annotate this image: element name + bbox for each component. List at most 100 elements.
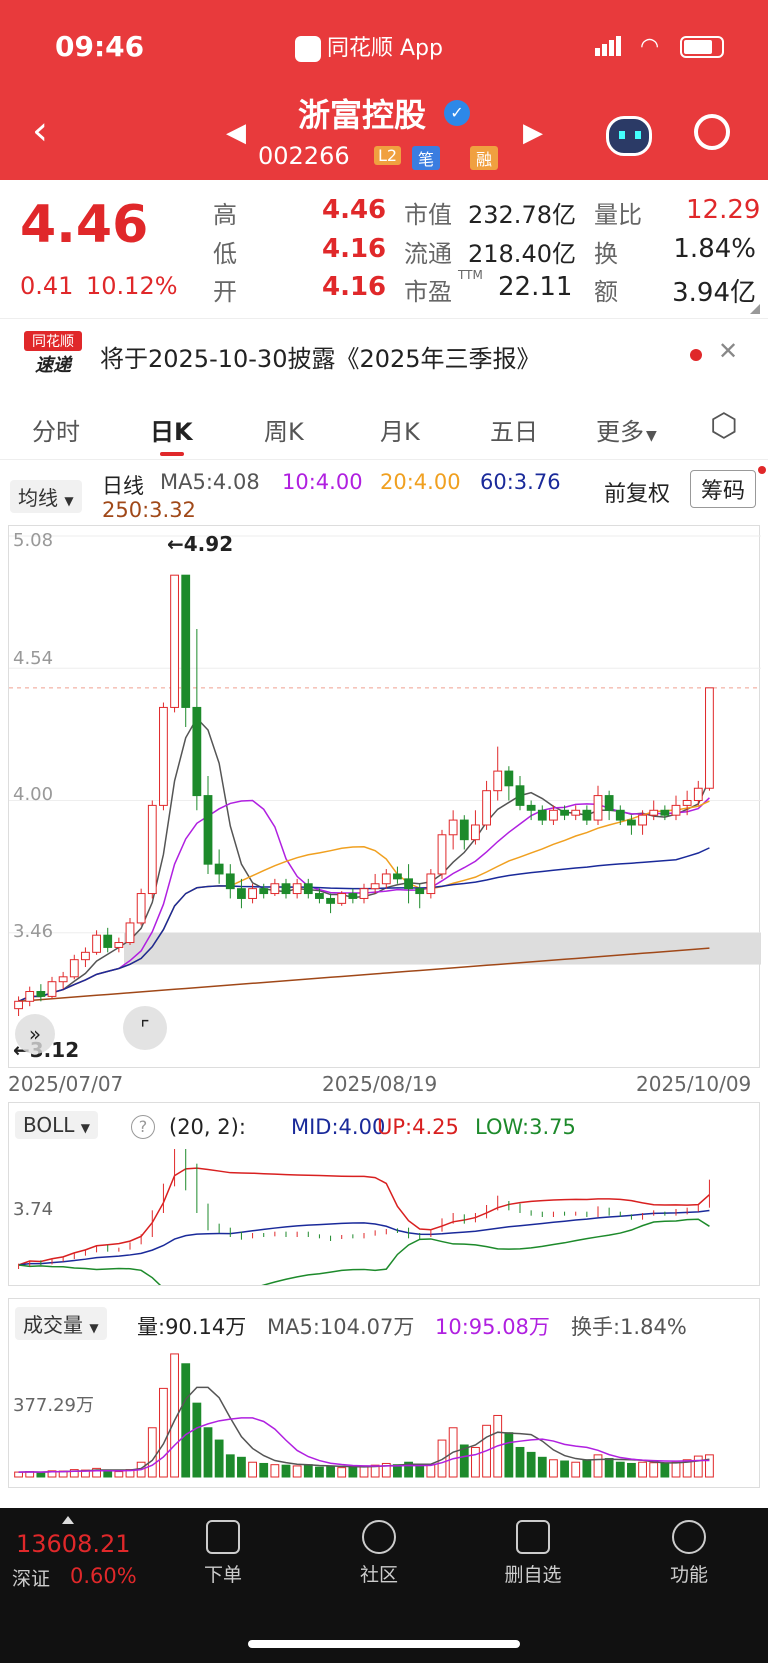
volume-bar (671, 1461, 681, 1478)
volume-bar (660, 1462, 670, 1478)
volume-selector[interactable]: 成交量 ▼ (15, 1307, 107, 1340)
verified-icon: ✓ (444, 100, 470, 126)
news-bar[interactable]: 同花顺 速递 将于2025-10-30披露《2025年三季报》 ✕ (0, 318, 768, 388)
volume-bar (281, 1464, 291, 1478)
kline-chart[interactable]: 5.08 4.54 4.00 3.46 ←4.92 ←3.12 » ⌜ (8, 525, 761, 1068)
signal-icon (595, 36, 621, 60)
volume-bar (203, 1427, 213, 1478)
candle-body (504, 770, 514, 787)
close-icon[interactable]: ✕ (718, 337, 738, 365)
amt-label: 额 (594, 278, 618, 306)
nav-remove-watchlist[interactable]: 删自选 (488, 1520, 578, 1587)
nav-community[interactable]: 社区 (334, 1520, 424, 1587)
ma60-line (18, 847, 710, 1002)
candle-body (526, 804, 536, 811)
candle-body (69, 959, 79, 978)
fullscreen-icon[interactable]: ⌜ (123, 1006, 167, 1050)
candle-body (660, 809, 670, 816)
y-tick-3: 4.00 (13, 784, 54, 805)
candle-body (426, 873, 436, 895)
tab-weekly-k[interactable]: 周K (264, 412, 304, 447)
wifi-icon: ◠ (640, 34, 660, 59)
boll-chart[interactable]: BOLL ▼ ? (20, 2): MID:4.00 UP:4.25 LOW:3… (8, 1102, 760, 1286)
candle-body (281, 883, 291, 895)
index-up-icon (62, 1516, 74, 1524)
boll-up: UP:4.25 (377, 1115, 459, 1139)
pe-ttm: TTM (458, 268, 483, 282)
volume-chart[interactable]: 成交量 ▼ 量:90.14万 MA5:104.07万 10:95.08万 换手:… (8, 1298, 760, 1488)
tab-monthly-k[interactable]: 月K (380, 412, 420, 447)
chips-button[interactable]: 筹码 (690, 470, 757, 508)
stock-name: 浙富控股 (298, 96, 427, 134)
help-icon[interactable]: ? (131, 1115, 155, 1139)
volume-bar (582, 1459, 592, 1478)
volume-bar (693, 1455, 703, 1478)
tab-daily-k[interactable]: 日K (150, 412, 193, 447)
ma10-label: 10:4.00 (282, 470, 363, 494)
candle-body (582, 809, 592, 821)
candle-body (693, 787, 703, 801)
pe-label: 市盈 (404, 278, 452, 306)
candle-body (482, 790, 491, 826)
volume-bar (192, 1402, 202, 1478)
y-tick-1: 5.08 (13, 530, 54, 551)
back-icon[interactable]: ‹ (32, 108, 48, 154)
index-name: 深证 (12, 1568, 51, 1590)
candle-body (170, 574, 179, 708)
volume-bar (159, 1387, 168, 1478)
volume-bar (415, 1465, 425, 1478)
candle-body (615, 809, 625, 821)
candle-body (181, 574, 191, 708)
expand-corner-icon[interactable] (750, 304, 760, 314)
pe-value: 22.11 (498, 272, 573, 302)
volume-bar (515, 1446, 525, 1478)
mcap-label: 市值 (404, 201, 452, 229)
boll-params: (20, 2): (169, 1115, 246, 1139)
y-tick-4: 3.46 (13, 921, 54, 942)
tab-fenshi[interactable]: 分时 (32, 412, 80, 447)
nav-functions[interactable]: 功能 (644, 1520, 734, 1587)
nav-order[interactable]: 下单 (178, 1520, 268, 1587)
candle-body (381, 873, 391, 885)
candle-body (125, 922, 135, 944)
index-value[interactable]: 13608.21 (16, 1530, 131, 1558)
news-text: 将于2025-10-30披露《2025年三季报》 (100, 345, 541, 373)
adjust-button[interactable]: 前复权 (604, 476, 670, 508)
next-stock-icon[interactable]: ▶ (523, 118, 543, 148)
turn-value: 1.84% (673, 234, 756, 264)
tab-five-day[interactable]: 五日 (490, 412, 538, 447)
turn-label: 换 (594, 240, 618, 268)
low-value: 4.16 (322, 234, 387, 264)
candle-body (25, 991, 35, 1002)
candle-body (326, 897, 335, 904)
ma20-label: 20:4.00 (380, 470, 461, 494)
candle-body (14, 1000, 23, 1010)
vr-value: 12.29 (686, 195, 761, 225)
candle-body (114, 942, 124, 948)
candle-body (81, 951, 90, 961)
candle-body (370, 883, 380, 890)
volume-bar (549, 1459, 558, 1478)
volume-bar (593, 1454, 603, 1478)
candle-body (337, 893, 347, 904)
period-tabs: 分时 日K 周K 月K 五日 更多 ▼ ⬡ (0, 390, 768, 460)
ma-selector[interactable]: 均线 ▼ (10, 480, 82, 513)
volume-bar (14, 1471, 23, 1478)
volume-bar (147, 1427, 157, 1478)
search-icon[interactable] (694, 114, 730, 150)
boll-low-line (18, 1218, 710, 1285)
period-label: 日线 (102, 474, 144, 498)
robot-assistant-icon[interactable] (606, 116, 652, 156)
tab-more[interactable]: 更多 ▼ (596, 412, 657, 447)
settings-hexagon-icon[interactable]: ⬡ (710, 406, 738, 444)
order-icon (206, 1520, 240, 1554)
volume-bar (292, 1465, 302, 1478)
candle-body (47, 981, 57, 997)
candle-body (437, 834, 447, 875)
max-note: ←4.92 (167, 532, 234, 556)
minus-icon (516, 1520, 550, 1554)
boll-selector[interactable]: BOLL ▼ (15, 1111, 98, 1139)
prev-stock-icon[interactable]: ◀ (226, 118, 246, 148)
candle-body (537, 809, 547, 821)
collapse-icon[interactable]: » (15, 1014, 55, 1054)
